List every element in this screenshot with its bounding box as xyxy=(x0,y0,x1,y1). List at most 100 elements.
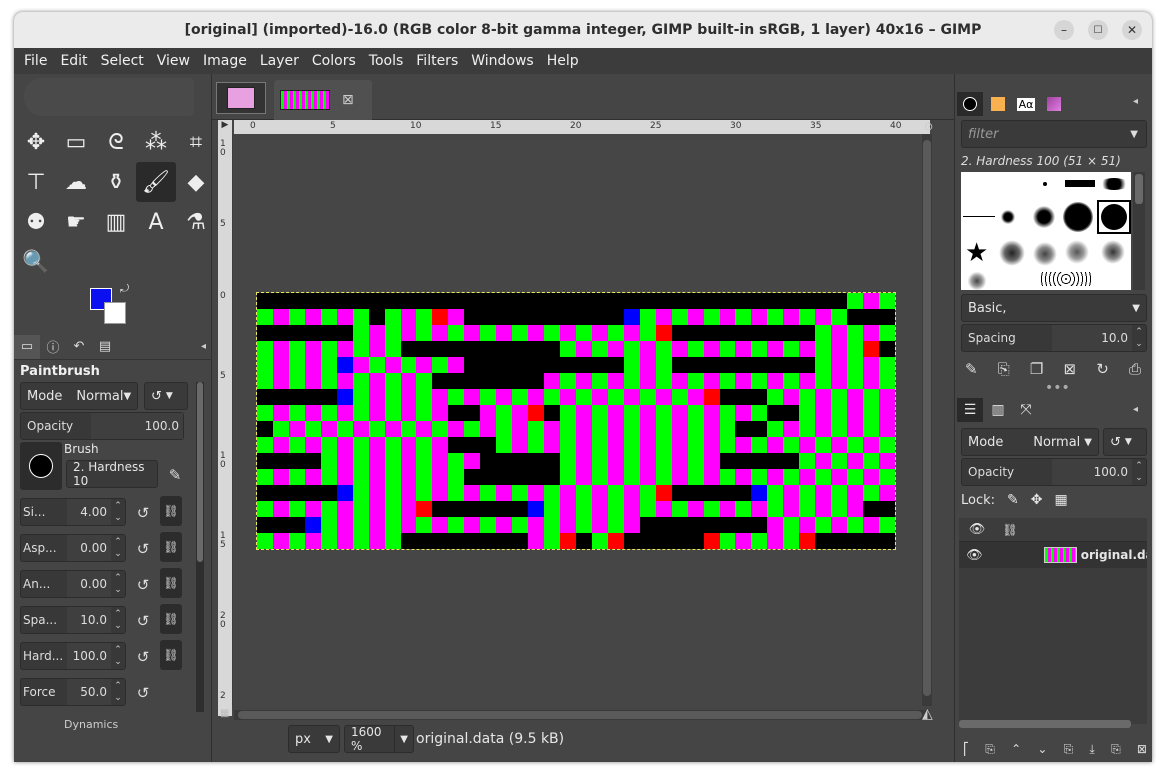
spinner-arrows-icon[interactable]: ⌃ ⌄ xyxy=(111,644,125,668)
lock-pixels-icon[interactable]: ✎ xyxy=(1007,492,1019,508)
canvas-vscrollbar[interactable] xyxy=(922,134,932,706)
paths-tab-icon[interactable]: ⤧ xyxy=(1013,398,1039,422)
star-brush-item[interactable]: ★ xyxy=(965,240,988,266)
menu-view[interactable]: View xyxy=(151,53,197,69)
dock-separator-icon[interactable]: ••• xyxy=(1045,380,1070,396)
paintbrush-icon[interactable]: 🖌 xyxy=(136,162,176,202)
warp-icon[interactable]: ☁ xyxy=(56,162,96,202)
layer-visibility-icon[interactable]: 👁 xyxy=(959,548,990,563)
gradients-tab-icon[interactable] xyxy=(1041,92,1067,116)
spacing-spinner[interactable]: Spa... 10.0 ⌃ ⌄ xyxy=(20,606,126,634)
unit-select[interactable]: px ▼ xyxy=(288,725,340,753)
raise-layer-icon[interactable]: ⌃ xyxy=(1011,742,1021,757)
brush-to-image-icon[interactable]: ⎙ xyxy=(1129,360,1141,378)
aspect-spinner[interactable]: Asp... 0.00 ⌃ ⌄ xyxy=(20,534,126,562)
delete-brush-icon[interactable]: ⊠ xyxy=(1064,360,1077,378)
maximize-button[interactable]: ☐ xyxy=(1088,20,1108,40)
bucket-fill-icon[interactable]: ⚱ xyxy=(96,162,136,202)
brush-preview[interactable] xyxy=(20,442,62,490)
lower-layer-icon[interactable]: ⌄ xyxy=(1037,742,1047,757)
text-icon[interactable]: A xyxy=(136,202,176,242)
brush-item[interactable] xyxy=(999,240,1025,266)
angle-value[interactable]: 0.00 xyxy=(67,571,111,597)
zoom-value[interactable]: 1600 % xyxy=(351,725,394,753)
menu-image[interactable]: Image xyxy=(197,53,254,69)
undo-history-tab-icon[interactable]: ↶ xyxy=(66,335,92,359)
brush-preset-select[interactable]: Basic, ▼ xyxy=(961,294,1147,322)
swap-colors-icon[interactable]: ⤾ xyxy=(120,282,129,296)
brush-item[interactable] xyxy=(1101,240,1125,264)
channels-tab-icon[interactable]: ▥ xyxy=(985,398,1011,422)
menu-edit[interactable]: Edit xyxy=(54,53,94,69)
lock-position-icon[interactable]: ✥ xyxy=(1031,492,1043,508)
layers-tab-icon[interactable]: ☰ xyxy=(957,398,983,422)
link-size-chain-icon[interactable]: ⛓ xyxy=(160,496,182,526)
menu-filters[interactable]: Filters xyxy=(410,53,465,69)
reset-angle-icon[interactable]: ↺ xyxy=(132,574,154,596)
delete-layer-icon[interactable]: ⊠ xyxy=(1137,742,1147,757)
device-status-tab-icon[interactable]: ⓘ xyxy=(40,335,66,359)
patterns-tab-icon[interactable] xyxy=(985,92,1011,116)
unified-transform-icon[interactable]: ⊤ xyxy=(16,162,56,202)
brush-item[interactable] xyxy=(1063,202,1093,232)
spinner-arrows-icon[interactable]: ⌃ ⌄ xyxy=(1132,326,1146,350)
brush-grid[interactable]: ★ xyxy=(961,172,1131,290)
scrollbar-thumb[interactable] xyxy=(1135,174,1143,204)
layers-hscrollbar[interactable] xyxy=(959,720,1131,728)
navigate-icon[interactable]: ▦ xyxy=(220,708,229,719)
spacing-value[interactable]: 10.0 xyxy=(67,607,111,633)
image-tab-thumbnail-1[interactable] xyxy=(216,82,266,114)
brush-item[interactable] xyxy=(1033,206,1055,228)
scrollbar-thumb[interactable] xyxy=(197,382,203,562)
spinner-arrows-icon[interactable]: ⌃ ⌄ xyxy=(111,536,125,560)
brush-item[interactable] xyxy=(1001,210,1015,224)
layer-name[interactable]: original.da xyxy=(1081,548,1147,562)
reset-size-icon[interactable]: ↺ xyxy=(132,502,154,524)
minimize-button[interactable]: – xyxy=(1054,20,1074,40)
force-value[interactable]: 50.0 xyxy=(67,679,111,705)
spinner-arrows-icon[interactable]: ⌃ ⌄ xyxy=(111,500,125,524)
brush-item[interactable] xyxy=(1065,240,1089,264)
lock-alpha-icon[interactable]: ▦ xyxy=(1055,492,1068,508)
zoom-select[interactable]: 1600 % ▼ xyxy=(344,725,414,753)
fonts-tab-icon[interactable]: Aα xyxy=(1013,92,1039,116)
horizontal-ruler[interactable]: 0 5 10 15 20 25 30 35 40 xyxy=(234,120,930,134)
vertical-ruler[interactable]: 1 0 5 0 5 1 0 1 5 2 0 2 xyxy=(218,134,232,716)
tool-options-tab-icon[interactable]: ▭ xyxy=(14,334,40,359)
mode-reset-button[interactable]: ↺ ▼ xyxy=(144,382,188,410)
zoom-fit-icon[interactable]: ⊙ xyxy=(924,120,938,134)
hardness-spinner[interactable]: Hard... 100.0 ⌃ ⌄ xyxy=(20,642,126,670)
selected-brush-item[interactable] xyxy=(1097,200,1131,234)
brush-item[interactable] xyxy=(963,216,995,217)
close-button[interactable]: ✕ xyxy=(1122,20,1142,40)
crop-icon[interactable]: ⌗ xyxy=(176,122,216,162)
dock-menu-icon[interactable]: ◂ xyxy=(1133,96,1138,107)
menu-layer[interactable]: Layer xyxy=(254,53,306,69)
background-color-swatch[interactable] xyxy=(104,302,126,324)
brush-item[interactable] xyxy=(1065,180,1095,187)
menu-colors[interactable]: Colors xyxy=(306,53,363,69)
reset-spacing-icon[interactable]: ↺ xyxy=(132,610,154,632)
brush-filter-input[interactable]: filter ▼ xyxy=(961,120,1147,148)
brush-item[interactable] xyxy=(1099,178,1129,190)
scrollbar-thumb[interactable] xyxy=(238,711,922,719)
scrollbar-thumb[interactable] xyxy=(923,140,931,696)
menu-tools[interactable]: Tools xyxy=(363,53,411,69)
quick-mask-menu-icon[interactable]: ▶ xyxy=(218,120,232,134)
dock-menu-icon[interactable]: ◂ xyxy=(1133,404,1138,415)
angle-spinner[interactable]: An... 0.00 ⌃ ⌄ xyxy=(20,570,126,598)
force-spinner[interactable]: Force 50.0 ⌃ ⌄ xyxy=(20,678,126,706)
reset-aspect-icon[interactable]: ↺ xyxy=(132,538,154,560)
menu-help[interactable]: Help xyxy=(541,53,586,69)
spinner-arrows-icon[interactable]: ⌃ ⌄ xyxy=(111,608,125,632)
brush-spacing-value[interactable]: 10.0 xyxy=(1052,325,1132,351)
link-angle-chain-icon[interactable]: ⛓ xyxy=(160,568,182,598)
new-brush-icon[interactable]: ⎘ xyxy=(998,360,1010,378)
edit-brush-icon[interactable]: ✎ xyxy=(965,360,978,378)
link-aspect-chain-icon[interactable]: ⛓ xyxy=(160,532,182,562)
dock-menu-icon[interactable]: ◂ xyxy=(201,341,206,352)
size-value[interactable]: 4.00 xyxy=(67,499,111,525)
opacity-value[interactable]: 100.0 xyxy=(91,413,183,439)
brush-spacing-spinner[interactable]: Spacing 10.0 ⌃ ⌄ xyxy=(961,324,1147,352)
opacity-spinner[interactable]: Opacity 100.0 xyxy=(20,412,184,440)
